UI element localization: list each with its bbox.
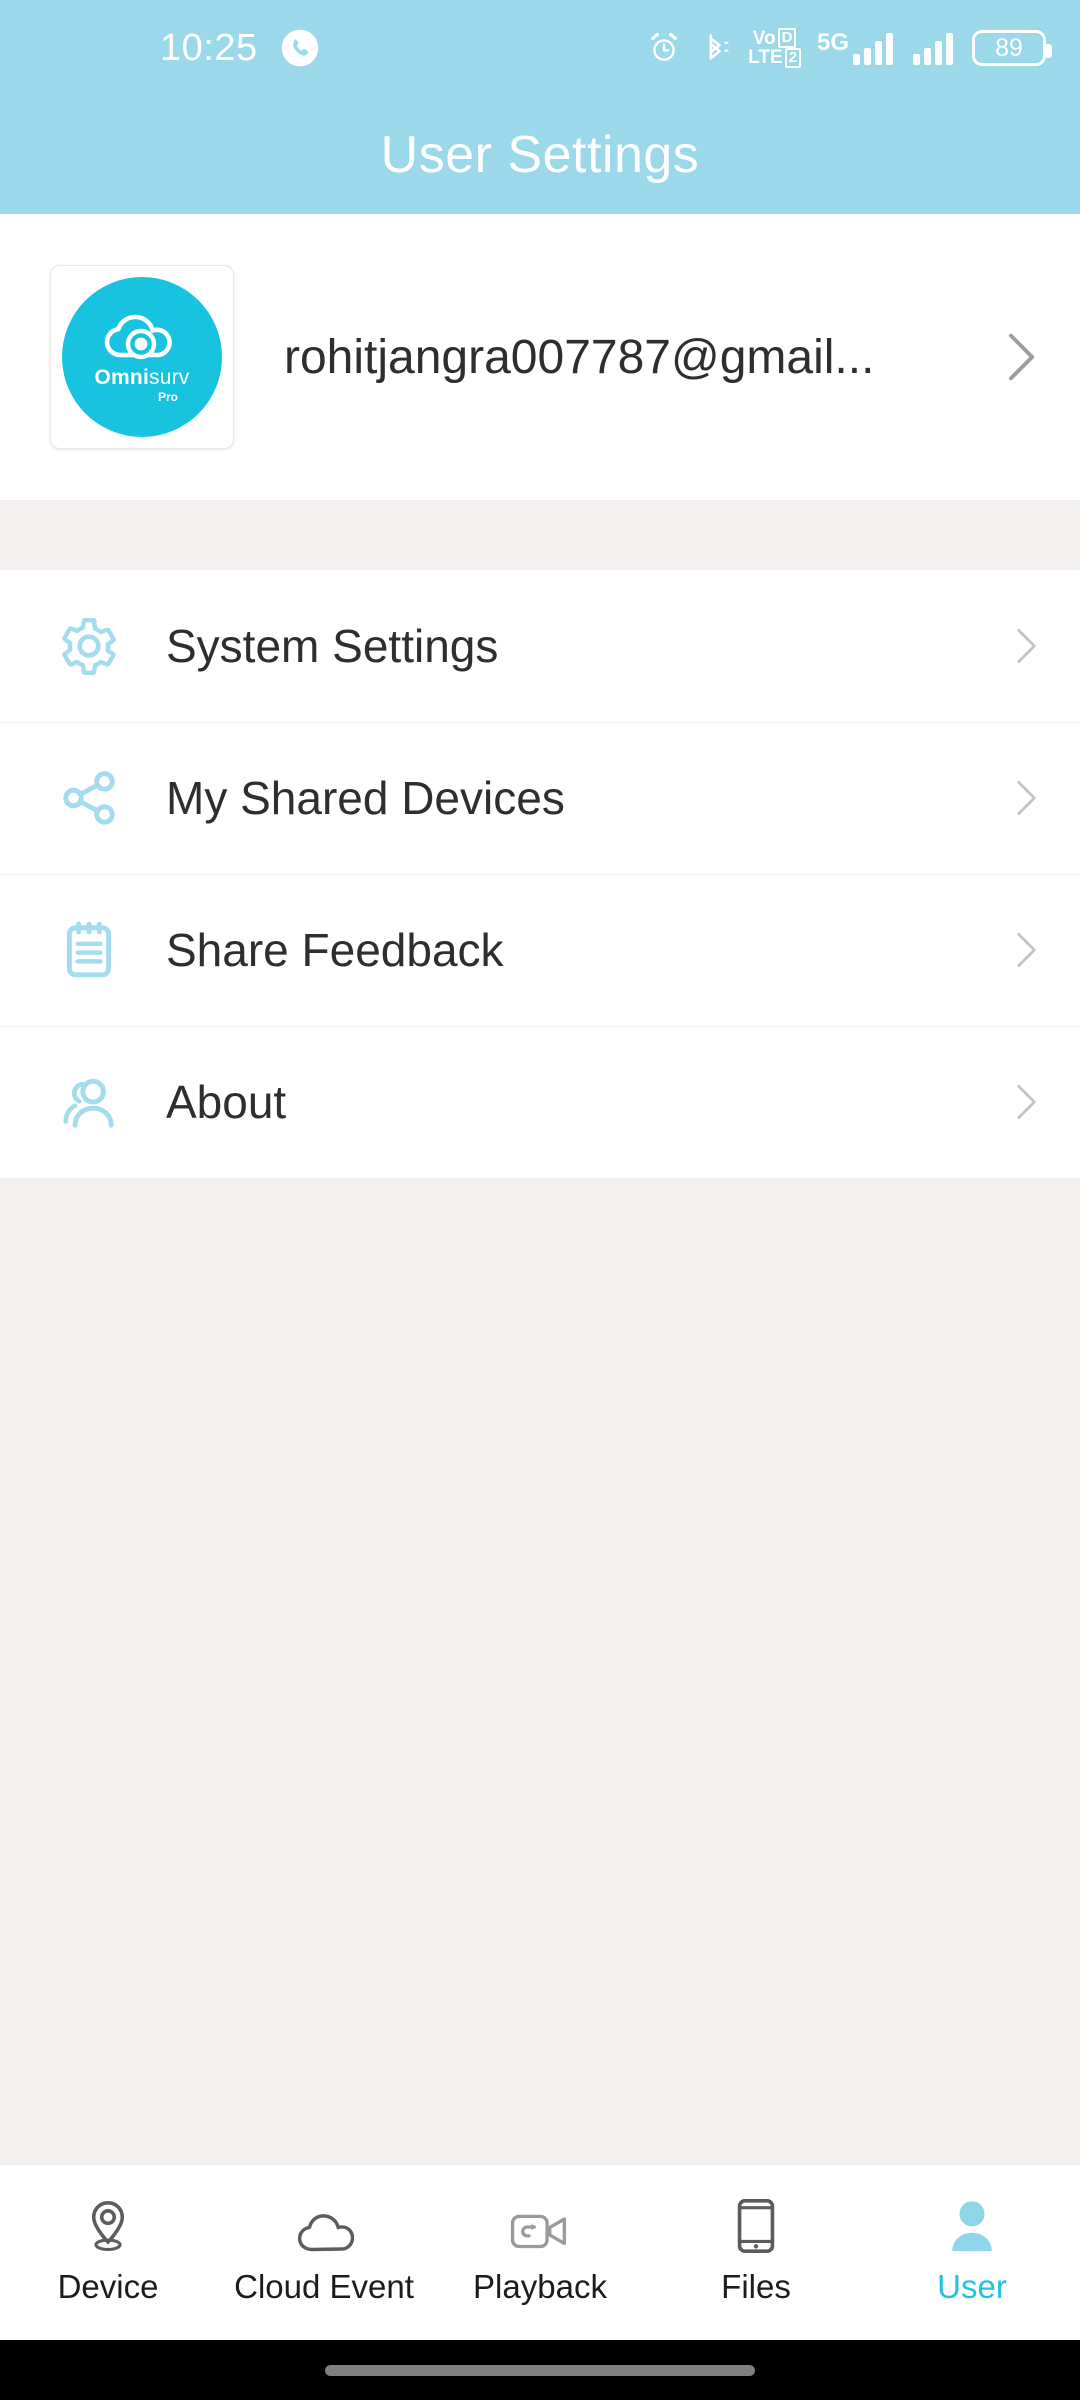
- cloud-camera-icon: [104, 314, 172, 360]
- app-screen: 10:25 Vo D LTE 2 5G 89 User Settings Omn…: [0, 0, 1080, 2400]
- alarm-clock-icon: [651, 32, 678, 61]
- user-icon: [947, 2193, 997, 2255]
- account-email: rohitjangra007787@gmail...: [284, 330, 875, 384]
- chevron-right-icon: [1017, 781, 1036, 815]
- signal-bars-icon: [913, 33, 953, 65]
- tab-label: Device: [57, 2268, 159, 2305]
- video-replay-icon: [509, 2193, 571, 2255]
- battery-indicator: 89: [972, 30, 1052, 66]
- gear-icon: [56, 615, 122, 677]
- tab-files[interactable]: Files: [648, 2193, 864, 2306]
- logo-tier: Pro: [157, 390, 178, 404]
- logo-name-bold: Omni: [94, 366, 149, 389]
- signal-bars-icon: [853, 33, 893, 65]
- list-item-my-shared-devices[interactable]: My Shared Devices: [0, 722, 1080, 874]
- volte-sim-bottom: 2: [784, 48, 801, 68]
- tab-label: Playback: [473, 2268, 607, 2305]
- chevron-right-icon: [1017, 1085, 1036, 1119]
- people-icon: [56, 1071, 122, 1133]
- tab-user[interactable]: User: [864, 2193, 1080, 2306]
- tab-label: Cloud Event: [234, 2268, 414, 2305]
- volte-sim-top: D: [777, 28, 797, 48]
- status-bar-right: Vo D LTE 2 5G 89: [646, 28, 1052, 68]
- status-bar-left: 10:25: [160, 27, 320, 70]
- list-item-share-feedback[interactable]: Share Feedback: [0, 874, 1080, 1026]
- tab-label: Files: [721, 2268, 791, 2305]
- cloud-icon: [294, 2193, 354, 2255]
- profile-row[interactable]: Omnisurv Pro rohitjangra007787@gmail...: [0, 214, 1080, 500]
- network-label: 5G: [816, 29, 849, 56]
- volte-bottom-label: LTE: [748, 47, 783, 69]
- logo-name-light: surv: [149, 366, 190, 389]
- home-indicator[interactable]: [325, 2364, 755, 2376]
- list-item-label: About: [166, 1076, 287, 1128]
- bluetooth-icon: [709, 34, 730, 60]
- tab-playback[interactable]: Playback: [432, 2193, 648, 2306]
- list-item-label: My Shared Devices: [166, 772, 565, 824]
- page-title: User Settings: [380, 126, 700, 184]
- battery-level: 89: [995, 33, 1023, 62]
- chevron-right-icon: [1017, 933, 1036, 967]
- list-item-system-settings[interactable]: System Settings: [0, 570, 1080, 722]
- bottom-navigation: Device Cloud Event Playback Files User: [0, 2164, 1080, 2340]
- cloud-camera-logo: Omnisurv Pro: [62, 277, 222, 437]
- share-icon: [56, 767, 122, 829]
- section-gap: [0, 500, 1080, 570]
- list-item-label: System Settings: [166, 620, 499, 672]
- status-time: 10:25: [160, 26, 258, 69]
- location-pin-icon: [81, 2193, 135, 2255]
- phone-icon: [281, 29, 318, 67]
- tab-cloud-event[interactable]: Cloud Event: [216, 2193, 432, 2306]
- list-item-label: Share Feedback: [166, 924, 504, 976]
- volte-top-label: Vo: [752, 27, 776, 49]
- tab-device[interactable]: Device: [0, 2193, 216, 2306]
- volte-indicator: Vo D LTE 2: [748, 28, 801, 68]
- chevron-right-icon: [1017, 629, 1036, 663]
- app-header: 10:25 Vo D LTE 2 5G 89 User Settings: [0, 0, 1080, 214]
- list-item-about[interactable]: About: [0, 1026, 1080, 1178]
- chevron-right-icon[interactable]: [996, 325, 1040, 389]
- status-bar: 10:25 Vo D LTE 2 5G 89: [0, 0, 1080, 96]
- notepad-icon: [56, 919, 122, 981]
- settings-list: System Settings My Shared Devices Share …: [0, 570, 1080, 1178]
- phone-device-icon: [733, 2193, 779, 2255]
- app-logo: Omnisurv Pro: [50, 265, 234, 449]
- logo-wordmark: Omnisurv: [95, 367, 190, 388]
- empty-content-area: [0, 1178, 1080, 2164]
- network-indicator: 5G: [817, 30, 896, 66]
- tab-label: User: [937, 2268, 1007, 2305]
- home-indicator-bar: [0, 2340, 1080, 2400]
